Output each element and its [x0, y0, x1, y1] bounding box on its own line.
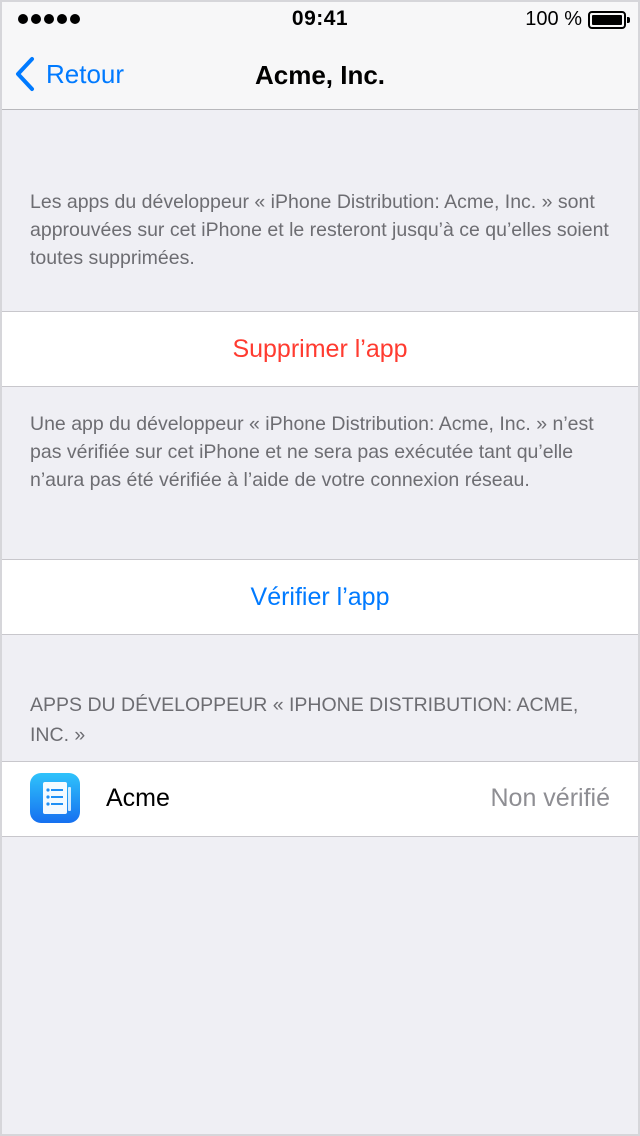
- status-bar: 09:41 100 %: [0, 0, 640, 40]
- verification-info-text: Une app du développeur « iPhone Distribu…: [30, 413, 594, 491]
- page-title: Acme, Inc.: [254, 60, 386, 90]
- app-list-item[interactable]: Acme Non vérifié: [0, 761, 640, 837]
- notes-list-icon: [30, 773, 80, 823]
- app-verification-status: Non vérifié: [490, 784, 611, 812]
- apps-section-header: APPS DU DÉVELOPPEUR « IPHONE DISTRIBUTIO…: [30, 694, 579, 746]
- delete-app-button[interactable]: Supprimer l’app: [0, 311, 640, 387]
- battery-icon: [588, 11, 630, 29]
- battery-percentage: 100 %: [525, 8, 582, 30]
- navigation-bar: Retour Acme, Inc.: [0, 40, 640, 110]
- app-name: Acme: [106, 784, 170, 812]
- trust-info-text: Les apps du développeur « iPhone Distrib…: [30, 191, 609, 269]
- verify-app-button[interactable]: Vérifier l’app: [0, 559, 640, 635]
